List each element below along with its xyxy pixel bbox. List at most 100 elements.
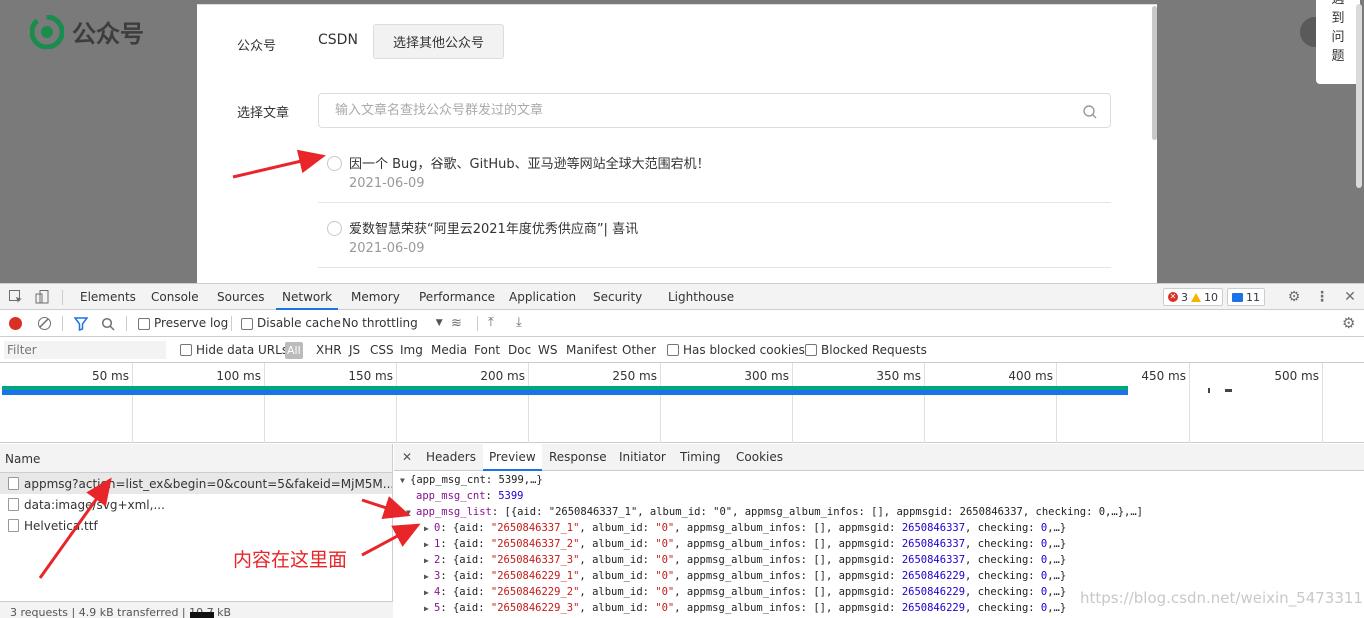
filter-type-doc[interactable]: Doc [508, 337, 531, 363]
filter-type-xhr[interactable]: XHR [316, 337, 342, 363]
filter-input[interactable] [4, 341, 166, 359]
blocked-requests-option[interactable]: Blocked Requests [805, 337, 927, 363]
article-date: 2021-06-09 [349, 176, 425, 191]
tick-label: 300 ms [744, 369, 789, 383]
tab-sources[interactable]: Sources [211, 284, 270, 310]
disable-cache-option[interactable]: Disable cache [241, 310, 341, 337]
disable-cache-checkbox[interactable] [241, 317, 253, 330]
tab-response[interactable]: Response [543, 444, 613, 471]
throttling-select[interactable]: No throttling ▼ [342, 310, 443, 337]
blocked-requests-checkbox[interactable] [805, 344, 817, 356]
json-array-item[interactable]: ▶ 2: {aid: "2650846337_3", album_id: "0",… [400, 552, 1349, 568]
json-root-line[interactable]: ▼ {app_msg_cnt: 5399,…} [400, 472, 1349, 488]
tab-console[interactable]: Console [145, 284, 205, 310]
expand-triangle-icon[interactable]: ▶ [424, 537, 434, 553]
throttling-value: No throttling [342, 316, 418, 330]
page-scrollbar[interactable] [1356, 4, 1362, 188]
tab-network[interactable]: Network [276, 284, 339, 310]
tab-preview[interactable]: Preview [483, 444, 542, 471]
json-array-item[interactable]: ▶ 3: {aid: "2650846229_1", album_id: "0",… [400, 568, 1349, 584]
request-row[interactable]: appmsg?action=list_ex&begin=0&count=5&fa… [0, 473, 392, 494]
tab-elements[interactable]: Elements [74, 284, 142, 310]
issue-badges: ✕ 3 10 11 [1163, 288, 1265, 306]
expand-triangle-icon[interactable]: ▶ [424, 585, 434, 601]
tab-headers[interactable]: Headers [420, 444, 482, 471]
tab-memory[interactable]: Memory [345, 284, 406, 310]
devtools-panel: Elements Console Sources Network Memory … [0, 283, 1364, 618]
article-search-input[interactable] [335, 103, 1055, 118]
hide-data-urls-checkbox[interactable] [180, 344, 192, 356]
has-blocked-cookies-option[interactable]: Has blocked cookies [667, 337, 805, 363]
tab-initiator[interactable]: Initiator [613, 444, 672, 471]
select-other-account-button[interactable]: 选择其他公众号 [373, 24, 504, 59]
filter-type-manifest[interactable]: Manifest [566, 337, 617, 363]
expand-triangle-icon[interactable]: ▶ [424, 569, 434, 585]
article-item[interactable]: 爱数智慧荣获“阿里云2021年度优秀供应商”| 喜讯 2021-06-09 [327, 216, 1111, 278]
tab-security[interactable]: Security [587, 284, 648, 310]
network-overview-timeline[interactable]: 50 ms 100 ms 150 ms 200 ms 250 ms 300 ms… [0, 363, 1364, 443]
json-aid: "2650846337_2" [490, 538, 580, 550]
hide-data-urls-option[interactable]: Hide data URLs [180, 337, 288, 363]
filter-type-css[interactable]: CSS [370, 337, 394, 363]
search-icon[interactable] [1082, 104, 1098, 120]
tab-application[interactable]: Application [503, 284, 582, 310]
filter-icon[interactable] [73, 317, 89, 334]
request-row[interactable]: Helvetica.ttf [0, 515, 392, 536]
close-icon[interactable]: ✕ [1342, 289, 1358, 305]
filter-type-img[interactable]: Img [400, 337, 423, 363]
feedback-tab[interactable]: 遇 到 问 题 [1316, 0, 1360, 84]
import-har-icon[interactable]: ⤒ [488, 315, 494, 330]
json-value: 5399 [498, 490, 524, 502]
logo-text: 公众号 [72, 20, 144, 48]
request-row[interactable]: data:image/svg+xml,... [0, 494, 392, 515]
expand-triangle-icon[interactable]: ▶ [424, 601, 434, 617]
article-radio[interactable] [327, 221, 342, 236]
logo-icon [30, 14, 64, 49]
article-title: 因一个 Bug，谷歌、GitHub、亚马逊等网站全球大范围宕机！ [349, 157, 710, 172]
feedback-char: 到 [1331, 11, 1345, 26]
tab-timing[interactable]: Timing [674, 444, 727, 471]
expand-triangle-icon[interactable]: ▼ [406, 505, 416, 521]
preserve-log-checkbox[interactable] [138, 317, 150, 330]
article-radio[interactable] [327, 156, 342, 171]
tab-lighthouse[interactable]: Lighthouse [662, 284, 740, 310]
messages-badge[interactable]: 11 [1227, 288, 1265, 306]
export-har-icon[interactable]: ⤓ [516, 315, 522, 330]
search-icon[interactable] [101, 317, 115, 334]
tab-performance[interactable]: Performance [413, 284, 501, 310]
json-index: 4 [434, 586, 441, 598]
json-line[interactable]: ▼ app_msg_list: [{aid: "2650846337_1", al… [400, 504, 1349, 520]
inspect-element-icon[interactable] [8, 289, 24, 305]
expand-triangle-icon[interactable]: ▶ [424, 553, 434, 569]
tab-cookies[interactable]: Cookies [730, 444, 789, 471]
chevron-down-icon: ▼ [435, 318, 443, 328]
preserve-log-option[interactable]: Preserve log [138, 310, 228, 337]
settings-gear-icon[interactable]: ⚙ [1286, 289, 1302, 305]
filter-type-font[interactable]: Font [474, 337, 500, 363]
close-detail-icon[interactable]: ✕ [402, 450, 412, 464]
device-toolbar-icon[interactable] [34, 289, 50, 305]
json-array-item[interactable]: ▶ 0: {aid: "2650846337_1", album_id: "0",… [400, 520, 1349, 536]
errors-warnings-badge[interactable]: ✕ 3 10 [1163, 288, 1223, 306]
divider [477, 316, 478, 331]
account-name: CSDN [318, 32, 358, 48]
name-column-header[interactable]: Name [0, 444, 392, 473]
dialog-scrollbar[interactable] [1152, 6, 1157, 140]
filter-type-js[interactable]: JS [349, 337, 360, 363]
expand-triangle-icon[interactable]: ▶ [424, 521, 434, 537]
grid-line [396, 363, 397, 443]
waterfall-mark [1208, 388, 1210, 393]
record-icon[interactable] [9, 317, 22, 330]
network-conditions-icon[interactable]: ≋ [451, 316, 462, 331]
expand-triangle-icon[interactable]: ▼ [400, 473, 410, 489]
network-settings-gear-icon[interactable]: ⚙ [1342, 314, 1355, 332]
has-blocked-cookies-checkbox[interactable] [667, 344, 679, 356]
filter-all-button[interactable]: All [285, 342, 303, 359]
json-array-item[interactable]: ▶ 1: {aid: "2650846337_2", album_id: "0",… [400, 536, 1349, 552]
filter-type-ws[interactable]: WS [538, 337, 557, 363]
filter-type-media[interactable]: Media [431, 337, 467, 363]
clear-icon[interactable] [38, 317, 51, 330]
filter-type-other[interactable]: Other [622, 337, 656, 363]
more-menu-icon[interactable]: ⋮ [1314, 289, 1330, 305]
article-item[interactable]: 因一个 Bug，谷歌、GitHub、亚马逊等网站全球大范围宕机！ 2021-06… [327, 151, 1111, 213]
